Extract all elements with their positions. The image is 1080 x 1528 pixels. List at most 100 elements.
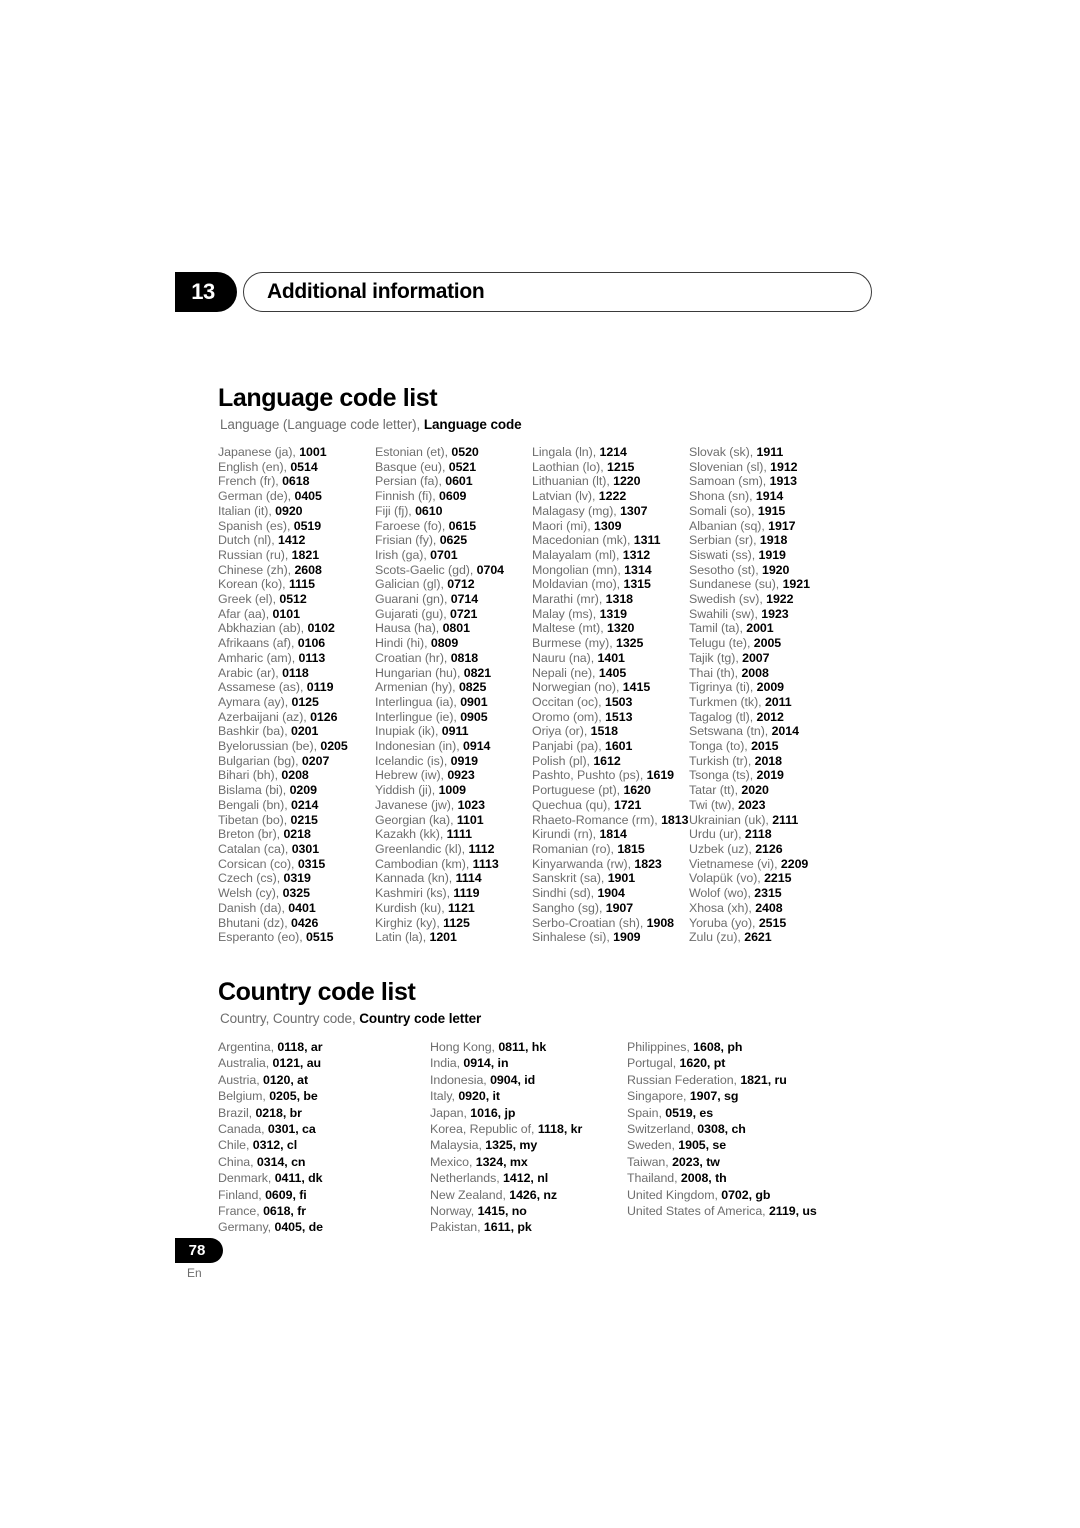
- country-entry: India, 0914, in: [430, 1055, 627, 1071]
- language-entry-code: 2011: [764, 694, 792, 709]
- country-entry-code: 0618, fr: [263, 1204, 307, 1219]
- language-entry: Spanish (es), 0519: [218, 519, 375, 534]
- language-entry-name: Inupiak (ik),: [375, 724, 442, 739]
- language-entry-code: 1009: [438, 783, 466, 798]
- language-entry-code: 1201: [429, 930, 457, 945]
- language-entry-name: Faroese (fo),: [375, 518, 449, 533]
- language-entry-name: Scots-Gaelic (gd),: [375, 562, 477, 577]
- language-entry-name: Norwegian (no),: [532, 680, 623, 695]
- country-entry: France, 0618, fr: [218, 1203, 430, 1219]
- language-entry: Hungarian (hu), 0821: [375, 666, 532, 681]
- language-entry-name: Indonesian (in),: [375, 739, 464, 754]
- language-entry-code: 0125: [291, 694, 319, 709]
- language-entry: Scots-Gaelic (gd), 0704: [375, 563, 532, 578]
- country-entry-name: Malaysia,: [430, 1138, 486, 1153]
- language-entry-name: Yiddish (ji),: [375, 783, 439, 798]
- country-entry: Canada, 0301, ca: [218, 1121, 430, 1137]
- language-entry-name: Greenlandic (kl),: [375, 841, 469, 856]
- language-entry-code: 0301: [291, 841, 320, 856]
- language-entry-name: Samoan (sm),: [689, 474, 770, 489]
- language-entry-code: 1721: [613, 797, 642, 812]
- language-entry: Georgian (ka), 1101: [375, 813, 532, 828]
- country-entry-code: 1412, nl: [503, 1171, 549, 1186]
- language-entry-code: 1813: [661, 812, 689, 827]
- language-entry-name: Kirundi (rn),: [532, 827, 600, 842]
- language-entry-code: 1119: [453, 886, 480, 901]
- language-entry: Oromo (om), 1513: [532, 710, 689, 725]
- language-entry: Sinhalese (si), 1909: [532, 930, 689, 945]
- language-entry: Vietnamese (vi), 2209: [689, 857, 810, 872]
- language-entry-name: Basque (eu),: [375, 459, 449, 474]
- language-entry-code: 1318: [605, 592, 634, 607]
- language-entry: Kannada (kn), 1114: [375, 871, 532, 886]
- language-entry: Guarani (gn), 0714: [375, 592, 532, 607]
- language-section-subtitle: Language (Language code letter), Languag…: [220, 417, 522, 432]
- country-entry-code: 0920, it: [458, 1089, 500, 1104]
- language-entry: Bulgarian (bg), 0207: [218, 754, 375, 769]
- country-entry-name: Japan,: [430, 1105, 471, 1120]
- language-entry-code: 0914: [463, 739, 491, 754]
- language-entry-name: Quechua (qu),: [532, 797, 614, 812]
- language-entry-name: Javanese (jw),: [375, 797, 458, 812]
- language-entry-name: Esperanto (eo),: [218, 930, 307, 945]
- language-entry: Romanian (ro), 1815: [532, 842, 689, 857]
- language-entry-code: 2608: [294, 562, 322, 577]
- country-entry-name: Russian Federation,: [627, 1072, 741, 1087]
- language-entry: Twi (tw), 2023: [689, 798, 810, 813]
- country-entry: United Kingdom, 0702, gb: [627, 1187, 817, 1203]
- language-entry-name: Irish (ga),: [375, 547, 431, 562]
- language-entry-name: Swahili (sw),: [689, 606, 762, 621]
- language-entry-name: Sangho (sg),: [532, 900, 606, 915]
- country-entry: Russian Federation, 1821, ru: [627, 1072, 817, 1088]
- language-entry-name: Byelorussian (be),: [218, 739, 321, 754]
- language-entry-code: 0201: [290, 724, 319, 739]
- language-entry: Chinese (zh), 2608: [218, 563, 375, 578]
- country-entry-code: 1426, nz: [509, 1187, 558, 1202]
- language-entry: Welsh (cy), 0325: [218, 886, 375, 901]
- language-entry-name: Pashto, Pushto (ps),: [532, 768, 647, 783]
- language-entry-code: 0401: [288, 900, 316, 915]
- language-entry-name: Tagalog (tl),: [689, 709, 757, 724]
- language-entry-code: 2009: [756, 680, 785, 695]
- language-entry: Kirghiz (ky), 1125: [375, 916, 532, 931]
- language-entry-name: Interlingua (ia),: [375, 694, 461, 709]
- language-entry-code: 0102: [307, 621, 335, 636]
- language-entry: Ukrainian (uk), 2111: [689, 813, 810, 828]
- language-entry: German (de), 0405: [218, 489, 375, 504]
- language-entry-name: Oriya (or),: [532, 724, 591, 739]
- country-entry-name: France,: [218, 1204, 264, 1219]
- language-entry: Kazakh (kk), 1111: [375, 827, 532, 842]
- language-entry-code: 1001: [299, 445, 327, 459]
- country-entry-name: Pakistan,: [430, 1220, 484, 1235]
- country-entry-code: 1611, pk: [483, 1220, 532, 1235]
- country-entry-name: Canada,: [218, 1122, 268, 1137]
- language-entry-name: Xhosa (xh),: [689, 900, 756, 915]
- country-entry-code: 0205, be: [269, 1089, 318, 1104]
- language-entry-name: Bashkir (ba),: [218, 724, 291, 739]
- language-entry: Maori (mi), 1309: [532, 519, 689, 534]
- language-entry: Assamese (as), 0119: [218, 680, 375, 695]
- language-entry-code: 1919: [758, 547, 786, 562]
- country-entry-code: 0314, cn: [256, 1154, 306, 1169]
- language-entry-code: 0215: [290, 812, 318, 827]
- language-entry: Azerbaijani (az), 0126: [218, 710, 375, 725]
- language-entry-code: 1405: [598, 665, 627, 680]
- country-entry: Argentina, 0118, ar: [218, 1039, 430, 1055]
- country-entry: Pakistan, 1611, pk: [430, 1219, 627, 1235]
- language-entry: Telugu (te), 2005: [689, 636, 810, 651]
- language-entry-code: 2020: [741, 783, 769, 798]
- language-entry: Panjabi (pa), 1601: [532, 739, 689, 754]
- country-entry: Mexico, 1324, mx: [430, 1154, 627, 1170]
- language-entry-name: Polish (pl),: [532, 753, 594, 768]
- country-entry-name: Sweden,: [627, 1138, 679, 1153]
- country-entry-code: 0218, br: [255, 1105, 302, 1120]
- language-entry: Sundanese (su), 1921: [689, 577, 810, 592]
- language-entry-name: Azerbaijani (az),: [218, 709, 311, 724]
- country-entry: Switzerland, 0308, ch: [627, 1121, 817, 1137]
- country-entry: Brazil, 0218, br: [218, 1105, 430, 1121]
- language-entry-code: 1922: [766, 592, 794, 607]
- language-entry-name: Italian (it),: [218, 503, 276, 518]
- country-entry-name: Brazil,: [218, 1105, 256, 1120]
- language-entry: Norwegian (no), 1415: [532, 680, 689, 695]
- language-entry: Bihari (bh), 0208: [218, 768, 375, 783]
